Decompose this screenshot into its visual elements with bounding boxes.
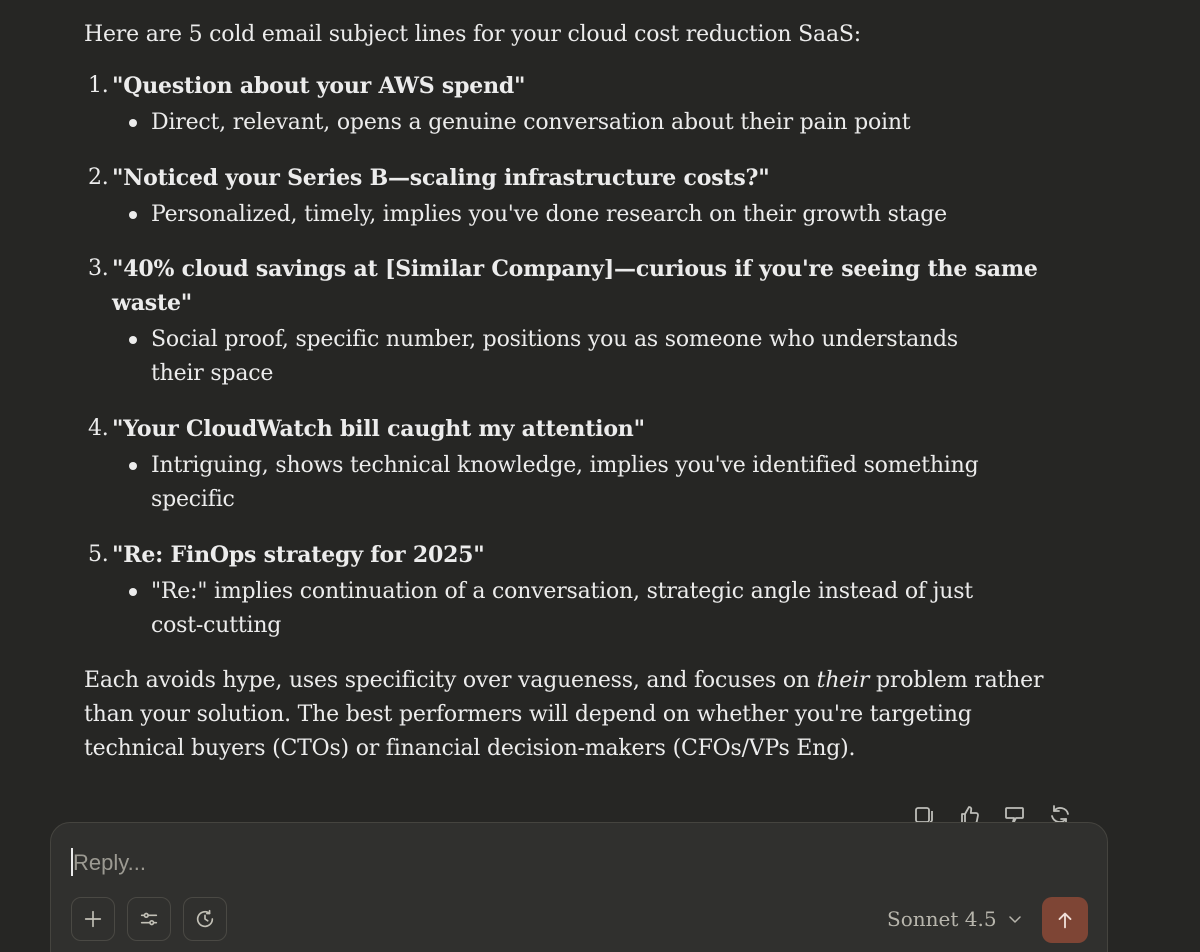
clock-icon bbox=[196, 909, 214, 928]
item-title: "Question about your AWS spend" bbox=[112, 73, 526, 99]
bullet-dot bbox=[129, 119, 137, 127]
bullet-text: Personalized, timely, implies you've don… bbox=[151, 202, 947, 227]
send-button[interactable] bbox=[1042, 897, 1088, 943]
plus-icon bbox=[84, 910, 102, 928]
text-caret bbox=[71, 848, 73, 876]
sliders-icon bbox=[140, 912, 158, 926]
chevron-down-icon bbox=[1008, 916, 1021, 923]
item-number: 5. bbox=[88, 542, 109, 567]
message-intro: Here are 5 cold email subject lines for … bbox=[84, 22, 861, 47]
bullet-item: Personalized, timely, implies you've don… bbox=[112, 198, 979, 232]
list-item: 1. "Question about your AWS spend" Direc… bbox=[84, 69, 1044, 140]
item-title: "Noticed your Series B—scaling infrastru… bbox=[112, 165, 770, 191]
bullet-dot bbox=[129, 462, 137, 470]
bullet-text: Direct, relevant, opens a genuine conver… bbox=[151, 110, 911, 135]
item-bullets: "Re:" implies continuation of a conversa… bbox=[112, 575, 1044, 643]
list-item: 4. "Your CloudWatch bill caught my atten… bbox=[84, 412, 1044, 517]
item-number: 2. bbox=[88, 165, 109, 190]
arrow-up-icon bbox=[1058, 912, 1072, 929]
bullet-text: "Re:" implies continuation of a conversa… bbox=[151, 579, 973, 638]
assistant-message: Here are 5 cold email subject lines for … bbox=[84, 18, 1044, 766]
reply-composer: Sonnet 4.5 bbox=[50, 822, 1108, 952]
list-item: 3. "40% cloud savings at [Similar Compan… bbox=[84, 252, 1044, 391]
item-bullets: Direct, relevant, opens a genuine conver… bbox=[112, 106, 1044, 140]
bullet-dot bbox=[129, 336, 137, 344]
model-label: Sonnet 4.5 bbox=[887, 907, 997, 931]
subject-line-list: 1. "Question about your AWS spend" Direc… bbox=[84, 69, 1044, 643]
reply-input[interactable] bbox=[71, 845, 975, 881]
bullet-dot bbox=[129, 211, 137, 219]
model-selector[interactable]: Sonnet 4.5 bbox=[887, 907, 1023, 931]
outro-emphasis: their bbox=[816, 668, 870, 693]
bullet-dot bbox=[129, 588, 137, 596]
list-item: 5. "Re: FinOps strategy for 2025" "Re:" … bbox=[84, 538, 1044, 643]
item-title: "Re: FinOps strategy for 2025" bbox=[112, 542, 485, 568]
item-bullets: Social proof, specific number, positions… bbox=[112, 323, 1044, 391]
bullet-text: Social proof, specific number, positions… bbox=[151, 327, 958, 386]
bullet-item: "Re:" implies continuation of a conversa… bbox=[112, 575, 979, 643]
history-button[interactable] bbox=[183, 897, 227, 941]
item-number: 3. bbox=[88, 256, 109, 281]
item-bullets: Intriguing, shows technical knowledge, i… bbox=[112, 449, 1044, 517]
message-outro: Each avoids hype, uses specificity over … bbox=[84, 664, 1044, 766]
add-attachment-button[interactable] bbox=[71, 897, 115, 941]
list-item: 2. "Noticed your Series B—scaling infras… bbox=[84, 161, 1044, 232]
bullet-item: Social proof, specific number, positions… bbox=[112, 323, 979, 391]
tools-settings-button[interactable] bbox=[127, 897, 171, 941]
item-title: "40% cloud savings at [Similar Company]—… bbox=[112, 256, 1038, 316]
outro-text-before: Each avoids hype, uses specificity over … bbox=[84, 668, 817, 693]
bullet-item: Intriguing, shows technical knowledge, i… bbox=[112, 449, 979, 517]
item-title: "Your CloudWatch bill caught my attentio… bbox=[112, 416, 645, 442]
item-bullets: Personalized, timely, implies you've don… bbox=[112, 198, 1044, 232]
bullet-item: Direct, relevant, opens a genuine conver… bbox=[112, 106, 979, 140]
bullet-text: Intriguing, shows technical knowledge, i… bbox=[151, 453, 979, 512]
item-number: 4. bbox=[88, 416, 109, 441]
item-number: 1. bbox=[88, 73, 109, 98]
